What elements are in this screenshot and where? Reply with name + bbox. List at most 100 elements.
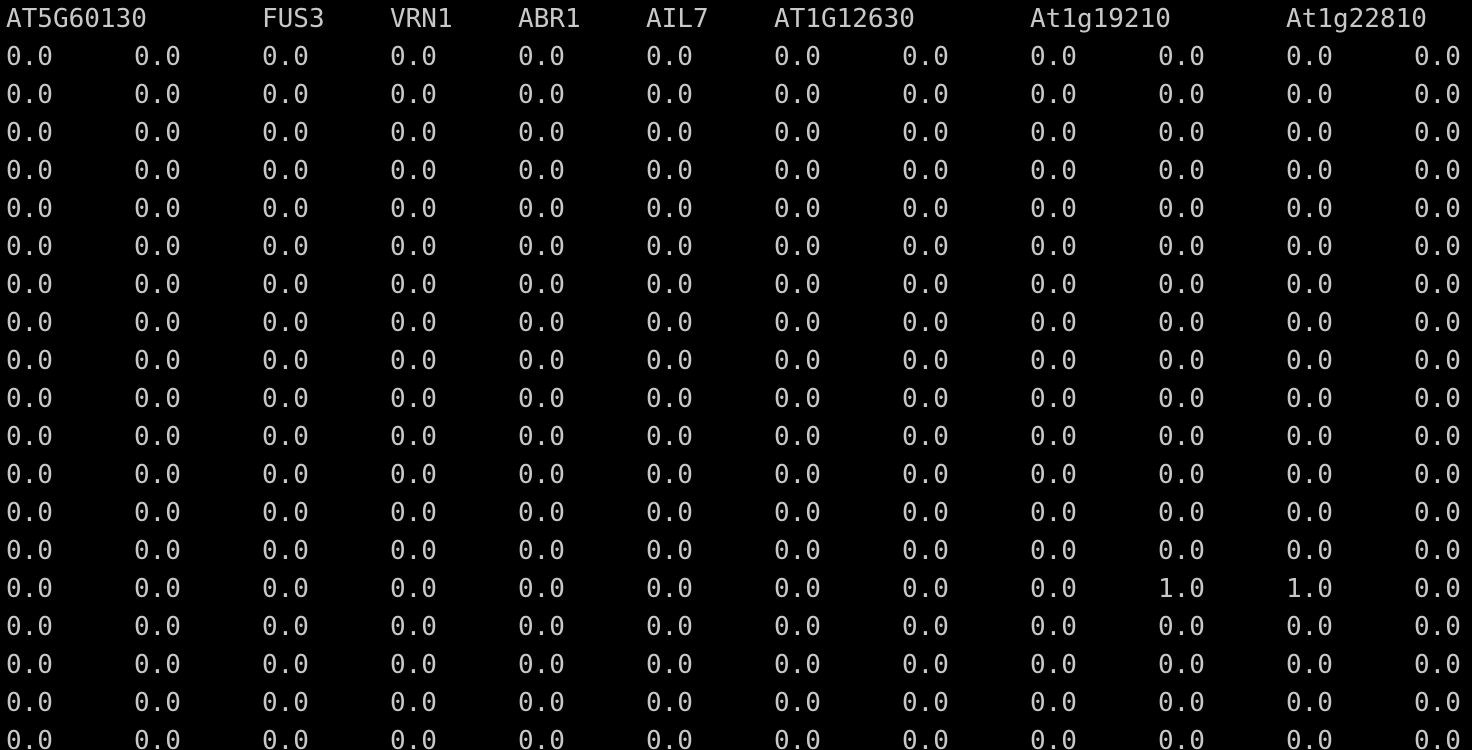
value-cell: 0.0 (134, 460, 181, 490)
value-cell: 0.0 (518, 612, 565, 642)
value-cell: 0.0 (774, 270, 821, 300)
value-cell: 0.0 (518, 384, 565, 414)
value-cell: 0.0 (1414, 574, 1461, 604)
value-cell: 0.0 (774, 346, 821, 376)
value-cell: 0.0 (390, 612, 437, 642)
value-cell: 0.0 (518, 80, 565, 110)
value-cell: 0.0 (518, 270, 565, 300)
value-cell: 0.0 (1286, 422, 1333, 452)
value-cell: 0.0 (1030, 118, 1077, 148)
value-cell: 0.0 (390, 42, 437, 72)
value-cell: 0.0 (262, 536, 309, 566)
value-cell: 0.0 (1414, 384, 1461, 414)
value-cell: 0.0 (1158, 422, 1205, 452)
value-cell: 0.0 (774, 612, 821, 642)
table-row: 0.0 0.0 0.0 0.0 0.0 0.0 0.0 0.0 0.0 1.0 1.0 0.0 (0, 570, 1472, 608)
value-cell: 0.0 (1414, 80, 1461, 110)
value-cell: 0.0 (902, 650, 949, 680)
value-cell: 0.0 (902, 194, 949, 224)
value-cell: 0.0 (1158, 346, 1205, 376)
value-cell: 0.0 (134, 422, 181, 452)
value-cell: 0.0 (134, 118, 181, 148)
value-cell: 0.0 (646, 308, 693, 338)
value-cell: 0.0 (1030, 42, 1077, 72)
value-cell: 0.0 (390, 270, 437, 300)
value-cell: 0.0 (1158, 308, 1205, 338)
value-cell: 0.0 (1286, 308, 1333, 338)
table-row: 0.0 0.0 0.0 0.0 0.0 0.0 0.0 0.0 0.0 0.0 0.0 0.0 (0, 228, 1472, 266)
value-cell: 0.0 (774, 80, 821, 110)
value-cell: 0.0 (262, 80, 309, 110)
table-row: 0.0 0.0 0.0 0.0 0.0 0.0 0.0 0.0 0.0 0.0 0.0 0.0 (0, 494, 1472, 532)
value-cell: 0.0 (1030, 498, 1077, 528)
value-cell: 0.0 (1414, 118, 1461, 148)
value-cell: 0.0 (1030, 80, 1077, 110)
value-cell: 0.0 (646, 232, 693, 262)
value-cell: 0.0 (262, 194, 309, 224)
value-cell: 0.0 (1030, 574, 1077, 604)
header-cell: AIL7 (646, 4, 709, 34)
value-cell: 0.0 (262, 42, 309, 72)
value-cell: 0.0 (6, 270, 53, 300)
header-cell: ABR1 (518, 4, 581, 34)
value-cell: 0.0 (646, 498, 693, 528)
value-cell: 0.0 (390, 498, 437, 528)
value-cell: 0.0 (6, 42, 53, 72)
value-cell: 0.0 (390, 118, 437, 148)
value-cell: 0.0 (1286, 156, 1333, 186)
header-cell: AT1G12630 (774, 4, 915, 34)
value-cell: 0.0 (1030, 270, 1077, 300)
value-cell: 0.0 (134, 156, 181, 186)
value-cell: 0.0 (1030, 308, 1077, 338)
value-cell: 0.0 (902, 612, 949, 642)
value-cell: 0.0 (6, 460, 53, 490)
value-cell: 0.0 (134, 612, 181, 642)
header-cell: AT5G60130 (6, 4, 147, 34)
value-cell: 0.0 (134, 688, 181, 718)
value-cell: 0.0 (1030, 156, 1077, 186)
value-cell: 0.0 (6, 308, 53, 338)
value-cell: 0.0 (134, 498, 181, 528)
value-cell: 0.0 (1030, 650, 1077, 680)
value-cell: 0.0 (1286, 42, 1333, 72)
value-cell: 0.0 (902, 232, 949, 262)
value-cell: 0.0 (1414, 270, 1461, 300)
table-row: 0.0 0.0 0.0 0.0 0.0 0.0 0.0 0.0 0.0 0.0 0.0 0.0 (0, 342, 1472, 380)
value-cell: 0.0 (134, 270, 181, 300)
value-cell: 0.0 (518, 156, 565, 186)
table-row: 0.0 0.0 0.0 0.0 0.0 0.0 0.0 0.0 0.0 0.0 0.0 0.0 (0, 456, 1472, 494)
value-cell: 0.0 (6, 422, 53, 452)
value-cell: 0.0 (262, 574, 309, 604)
value-cell: 0.0 (518, 422, 565, 452)
value-cell: 0.0 (902, 270, 949, 300)
value-cell: 0.0 (1158, 42, 1205, 72)
value-cell: 0.0 (646, 346, 693, 376)
value-cell: 0.0 (518, 574, 565, 604)
value-cell: 0.0 (1030, 612, 1077, 642)
value-cell: 0.0 (902, 118, 949, 148)
value-cell: 0.0 (646, 118, 693, 148)
value-cell: 0.0 (1030, 232, 1077, 262)
value-cell: 0.0 (646, 536, 693, 566)
value-cell: 0.0 (390, 422, 437, 452)
value-cell: 0.0 (1030, 422, 1077, 452)
value-cell: 0.0 (390, 536, 437, 566)
value-cell: 0.0 (518, 726, 565, 750)
terminal-output[interactable]: AT5G60130 FUS3 VRN1 ABR1 AIL7 AT1G12630 At1g19… (0, 0, 1472, 750)
value-cell: 0.0 (390, 156, 437, 186)
value-cell: 0.0 (1414, 650, 1461, 680)
table-row: 0.0 0.0 0.0 0.0 0.0 0.0 0.0 0.0 0.0 0.0 0.0 0.0 (0, 114, 1472, 152)
value-cell: 0.0 (1286, 270, 1333, 300)
value-cell: 0.0 (646, 422, 693, 452)
value-cell: 0.0 (1414, 422, 1461, 452)
value-cell: 0.0 (6, 346, 53, 376)
value-cell: 0.0 (134, 80, 181, 110)
value-cell: 0.0 (134, 42, 181, 72)
value-cell: 0.0 (1414, 156, 1461, 186)
value-cell: 0.0 (390, 726, 437, 750)
value-cell: 0.0 (646, 688, 693, 718)
value-cell: 0.0 (390, 194, 437, 224)
value-cell: 0.0 (262, 650, 309, 680)
value-cell: 0.0 (262, 232, 309, 262)
value-cell: 0.0 (1414, 346, 1461, 376)
